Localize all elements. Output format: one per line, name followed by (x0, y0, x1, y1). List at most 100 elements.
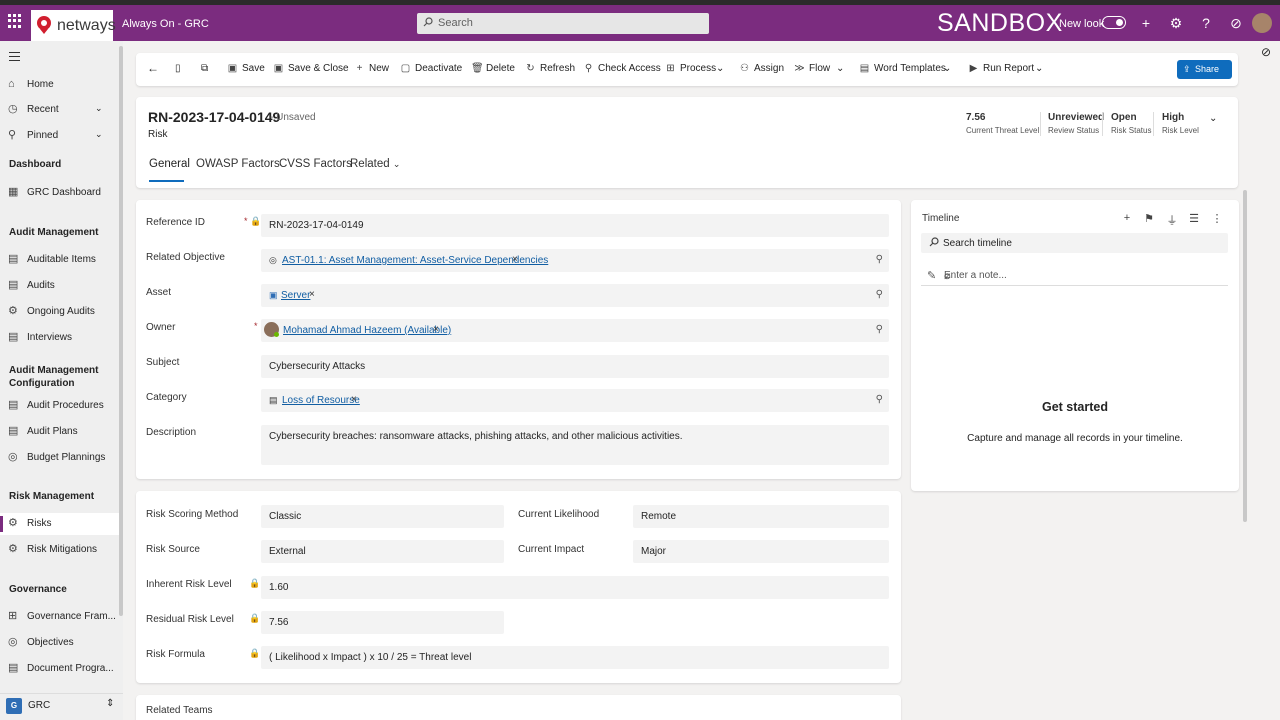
area-label: GRC (28, 700, 51, 711)
header-field-label: Current Threat Level (966, 126, 1040, 135)
share-button[interactable]: ⇪ Share (1177, 60, 1232, 79)
process-chevron-icon[interactable]: ⌄ (716, 63, 724, 74)
timeline-note-input[interactable]: ✎ Enter a note... ⌀ (921, 266, 1228, 286)
plus-icon[interactable]: + (1137, 14, 1155, 32)
current-likelihood-field[interactable]: Remote (633, 505, 889, 528)
global-search[interactable]: Search (417, 13, 709, 34)
delete-button[interactable]: 🗑 Delete (471, 63, 515, 74)
current-impact-field[interactable]: Major (633, 540, 889, 563)
owner-lookup[interactable]: Mohamad Ahmad Hazeem (Available) × ⚲ (261, 319, 889, 342)
tab-general[interactable]: General (149, 158, 190, 170)
search-icon[interactable]: ⚲ (876, 324, 883, 335)
new-look-toggle[interactable] (1102, 16, 1126, 29)
main-scrollbar[interactable] (1243, 190, 1247, 522)
flow-chevron-icon[interactable]: ⌄ (836, 63, 844, 74)
search-icon[interactable]: ⚲ (876, 289, 883, 300)
back-arrow-icon[interactable]: ← (147, 61, 159, 75)
subject-field[interactable]: Cybersecurity Attacks (261, 355, 889, 378)
tab-owasp-factors[interactable]: OWASP Factors (196, 158, 280, 170)
area-switcher[interactable]: G GRC ⇕ (0, 693, 123, 720)
attachment-icon[interactable]: ⌀ (944, 269, 1224, 282)
sidebar-item-objectives[interactable]: ◎ Objectives (0, 632, 123, 654)
word-templates-button[interactable]: ▤ Word Templates (859, 63, 946, 74)
asset-lookup[interactable]: ▣ Server × ⚲ (261, 284, 889, 307)
remove-icon[interactable]: × (351, 394, 357, 405)
run-report-chevron-icon[interactable]: ⌄ (1035, 63, 1043, 74)
search-icon[interactable]: ⚲ (876, 254, 883, 265)
save-close-button[interactable]: ▣ Save & Close (273, 63, 349, 74)
process-button[interactable]: ⊞ Process (665, 63, 716, 74)
deactivate-button[interactable]: ▢ Deactivate (400, 63, 462, 74)
hamburger-icon[interactable] (9, 52, 20, 64)
search-icon[interactable]: ⚲ (876, 394, 883, 405)
word-templates-chevron-icon[interactable]: ⌄ (943, 63, 951, 74)
subject-label: Subject (146, 357, 180, 368)
sidebar-item-interviews[interactable]: ▤ Interviews (0, 327, 123, 349)
sidebar-scrollbar[interactable] (119, 46, 123, 616)
assign-button[interactable]: ⚇ Assign (739, 63, 784, 74)
document-icon: ▤ (8, 662, 19, 674)
remove-icon[interactable]: × (433, 324, 439, 335)
list-sort-icon[interactable]: ☰ (1188, 212, 1200, 225)
header-expand-chevron-icon[interactable]: ⌄ (1209, 113, 1217, 124)
sidebar-item-audit-plans[interactable]: ▤ Audit Plans (0, 421, 123, 443)
sidebar-item-risks[interactable]: ⚙ Risks (0, 513, 123, 535)
app-name[interactable]: Always On - GRC (122, 18, 209, 30)
scoring-method-field[interactable]: Classic (261, 505, 504, 528)
owner-link[interactable]: Mohamad Ahmad Hazeem (Available) (283, 325, 451, 336)
sidebar-item-pinned[interactable]: ⚲ Pinned ⌄ (0, 125, 123, 147)
sidebar-item-recent[interactable]: ◷ Recent ⌄ (0, 99, 123, 121)
reference-id-field[interactable]: RN-2023-17-04-0149 (261, 214, 889, 237)
chevron-down-icon[interactable]: ⌄ (95, 103, 103, 114)
category-link[interactable]: Loss of Resourse (282, 395, 360, 406)
run-report-button[interactable]: ▶ Run Report (968, 63, 1035, 74)
flow-button[interactable]: ≫ Flow (794, 63, 830, 74)
open-new-window-icon[interactable]: ⧉ (201, 63, 208, 74)
residual-risk-level-field[interactable]: 7.56 (261, 611, 504, 634)
user-avatar[interactable] (1252, 13, 1272, 33)
remove-icon[interactable]: × (512, 254, 518, 265)
app-launcher-icon[interactable] (8, 14, 22, 28)
sidebar-item-audit-procedures[interactable]: ▤ Audit Procedures (0, 395, 123, 417)
chevron-down-icon[interactable]: ⌄ (95, 129, 103, 140)
sidebar-item-risk-mitigations[interactable]: ⚙ Risk Mitigations (0, 539, 123, 561)
copilot-icon[interactable]: ⊘ (1227, 14, 1245, 32)
sidebar-item-document-program[interactable]: ▤ Document Progra... (0, 658, 123, 680)
refresh-button[interactable]: ↻ Refresh (525, 63, 575, 74)
sidebar-item-grc-dashboard[interactable]: ▦ GRC Dashboard (0, 182, 123, 204)
check-access-button[interactable]: ⚲ Check Access (583, 63, 661, 74)
document-icon: ▤ (8, 279, 19, 291)
new-button[interactable]: + New (354, 63, 389, 74)
bookmark-icon[interactable]: ⚑ (1143, 212, 1155, 225)
sidebar-item-audits[interactable]: ▤ Audits (0, 275, 123, 297)
asset-link[interactable]: Server (281, 290, 310, 301)
filter-icon[interactable]: ⏚ (1166, 212, 1178, 227)
risk-source-field[interactable]: External (261, 540, 504, 563)
netways-logo[interactable]: netways (31, 10, 116, 41)
sidebar-item-home[interactable]: ⌂ Home (0, 74, 123, 96)
sidebar-item-label: Governance Fram... (27, 611, 116, 622)
inherent-risk-level-field[interactable]: 1.60 (261, 576, 889, 599)
side-pane-icon[interactable]: ⊘ (1256, 45, 1276, 65)
save-button[interactable]: ▣ Save (227, 63, 265, 74)
remove-icon[interactable]: × (309, 289, 315, 300)
sidebar-item-ongoing-audits[interactable]: ⚙ Ongoing Audits (0, 301, 123, 323)
more-options-icon[interactable]: ⋮ (1211, 212, 1223, 225)
timeline-search-input[interactable]: Search timeline (921, 233, 1228, 253)
related-objective-lookup[interactable]: ◎ AST-01.1: Asset Management: Asset-Serv… (261, 249, 889, 272)
header-field-risk-level: High Risk Level (1162, 112, 1199, 135)
sidebar-item-budget-plannings[interactable]: ◎ Budget Plannings (0, 447, 123, 469)
help-icon[interactable]: ? (1197, 14, 1215, 32)
sidebar-item-governance-framework[interactable]: ⊞ Governance Fram... (0, 606, 123, 628)
category-lookup[interactable]: ▤ Loss of Resourse × ⚲ (261, 389, 889, 412)
risk-formula-field[interactable]: ( Likelihood x Impact ) x 10 / 25 = Thre… (261, 646, 889, 669)
sidebar-item-label: Risk Mitigations (27, 544, 98, 555)
related-objective-link[interactable]: AST-01.1: Asset Management: Asset-Servic… (282, 255, 548, 266)
tab-related[interactable]: Related ⌄ (350, 158, 400, 170)
description-field[interactable]: Cybersecurity breaches: ransomware attac… (261, 425, 889, 465)
sidebar-item-auditable-items[interactable]: ▤ Auditable Items (0, 249, 123, 271)
tab-cvss-factors[interactable]: CVSS Factors (279, 158, 352, 170)
gear-icon[interactable]: ⚙ (1167, 14, 1185, 32)
plus-icon[interactable]: + (1121, 212, 1133, 224)
record-set-icon[interactable]: ▯ (175, 63, 181, 74)
